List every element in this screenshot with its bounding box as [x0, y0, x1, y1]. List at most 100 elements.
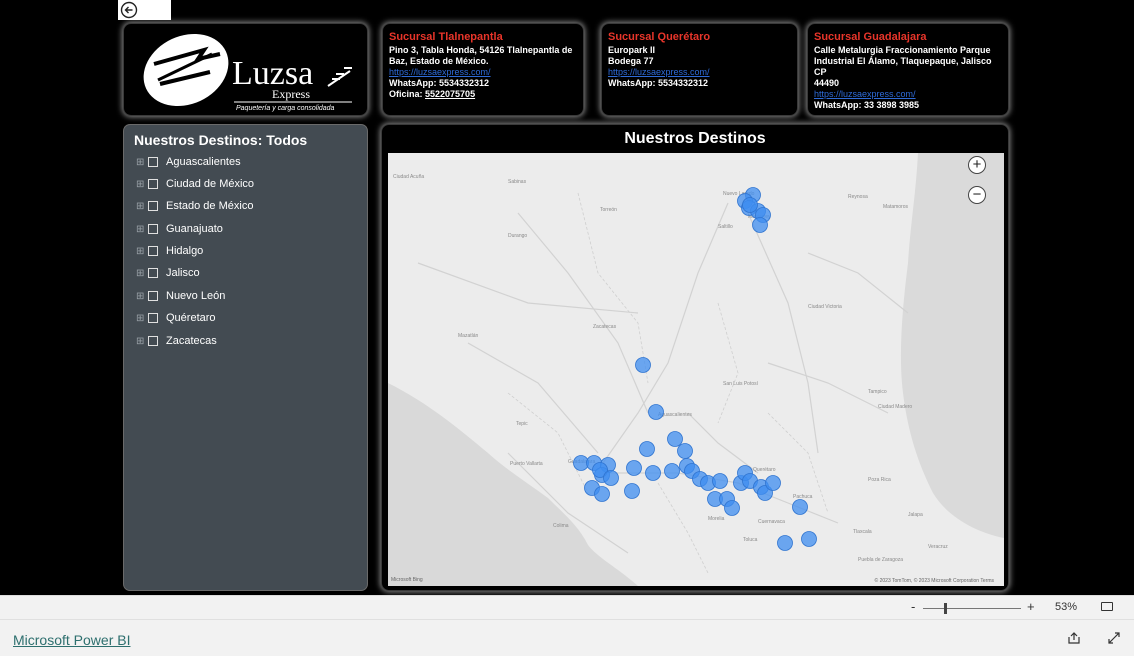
destination-marker[interactable] — [792, 499, 808, 515]
footer: Microsoft Power BI — [0, 619, 1134, 656]
map-zoom-in-button[interactable]: + — [968, 156, 986, 174]
expand-icon[interactable]: ⊞ — [136, 179, 148, 190]
luzsa-logo: Luzsa Express Paquetería y carga consoli… — [143, 34, 352, 112]
power-bi-link[interactable]: Microsoft Power BI — [13, 632, 130, 648]
map-place-label: Durango — [508, 233, 527, 239]
map-attribution[interactable]: © 2023 TomTom, © 2023 Microsoft Corporat… — [875, 578, 994, 584]
filter-item-zacatecas[interactable]: ⊞ Zacatecas — [136, 332, 217, 350]
map-place-label: Ciudad Madero — [878, 404, 912, 410]
destination-marker[interactable] — [777, 535, 793, 551]
svg-text:Express: Express — [272, 87, 310, 101]
expand-icon[interactable]: ⊞ — [136, 246, 148, 257]
share-icon[interactable] — [1067, 631, 1081, 645]
destination-marker[interactable] — [724, 500, 740, 516]
map-zoom-out-button[interactable]: − — [968, 186, 986, 204]
destination-marker[interactable] — [712, 473, 728, 489]
back-button[interactable] — [118, 0, 171, 20]
zoom-in-button[interactable]: + — [1027, 599, 1035, 614]
map-place-label: Morelia — [708, 516, 725, 522]
filter-item-ciudad-de-mexico[interactable]: ⊞ Ciudad de México — [136, 175, 254, 193]
filter-item-label: Hidalgo — [166, 245, 204, 257]
checkbox[interactable] — [148, 157, 158, 167]
destination-marker[interactable] — [635, 357, 651, 373]
branch-title: Sucursal Tlalnepantla — [389, 31, 503, 43]
logo-panel: Luzsa Express Paquetería y carga consoli… — [123, 23, 368, 116]
filter-item-estado-de-mexico[interactable]: ⊞ Estado de México — [136, 197, 253, 215]
map-place-label: Reynosa — [848, 194, 868, 200]
expand-icon[interactable]: ⊞ — [136, 157, 148, 168]
filter-item-label: Guanajuato — [166, 223, 223, 235]
branch-office: Oficina: 5522075705 — [389, 89, 577, 100]
branch-address-line: 44490 — [814, 78, 840, 88]
destination-marker[interactable] — [594, 486, 610, 502]
destination-marker[interactable] — [664, 463, 680, 479]
destination-marker[interactable] — [801, 531, 817, 547]
branch-address-line: Baz, Estado de México. — [389, 56, 489, 66]
map-visual: Nuestros Destinos Ciudad Acuña Sabinas N… — [381, 124, 1009, 591]
destination-marker[interactable] — [624, 483, 640, 499]
checkbox[interactable] — [148, 268, 158, 278]
office-number: 5522075705 — [425, 89, 476, 99]
destinations-filter: Nuestros Destinos: Todos ⊞ Aguascalientes… — [123, 124, 368, 591]
filter-item-guanajuato[interactable]: ⊞ Guanajuato — [136, 220, 223, 238]
branch-whatsapp: WhatsApp: 5534332312 — [389, 78, 490, 88]
filter-item-queretaro[interactable]: ⊞ Quéretaro — [136, 309, 216, 327]
office-label: Oficina: — [389, 89, 426, 99]
map-place-label: Puerto Vallarta — [510, 461, 543, 467]
zoom-slider-thumb[interactable] — [944, 603, 947, 614]
map-canvas[interactable]: Ciudad AcuñaSabinasNuevo LaredoMonterrey… — [388, 153, 1004, 586]
checkbox[interactable] — [148, 246, 158, 256]
checkbox[interactable] — [148, 224, 158, 234]
checkbox[interactable] — [148, 179, 158, 189]
branch-website-link[interactable]: https://luzsaexpress.com/ — [608, 67, 791, 78]
destination-marker[interactable] — [626, 460, 642, 476]
filter-item-nuevo-leon[interactable]: ⊞ Nuevo León — [136, 287, 225, 305]
gulf-of-mexico — [900, 153, 1004, 538]
map-place-label: Pachuca — [793, 494, 813, 500]
map-place-label: Veracruz — [928, 544, 948, 550]
destination-marker[interactable] — [645, 465, 661, 481]
branch-address-line: Calle Metalurgia Fraccionamiento Parque — [814, 45, 991, 55]
map-place-label: Toluca — [743, 537, 758, 543]
fullscreen-icon[interactable] — [1107, 631, 1121, 645]
zoom-out-button[interactable]: - — [911, 599, 915, 614]
expand-icon[interactable]: ⊞ — [136, 336, 148, 347]
map-place-label: Querétaro — [753, 467, 776, 473]
map-place-label: Poza Rica — [868, 477, 891, 483]
expand-icon[interactable]: ⊞ — [136, 313, 148, 324]
branch-website-link[interactable]: https://luzsaexpress.com/ — [814, 89, 1002, 100]
expand-icon[interactable]: ⊞ — [136, 224, 148, 235]
map-place-label: Ciudad Victoria — [808, 304, 842, 310]
filter-item-label: Estado de México — [166, 200, 254, 212]
expand-icon[interactable]: ⊞ — [136, 268, 148, 279]
zoom-slider[interactable] — [923, 608, 1021, 609]
destination-marker[interactable] — [752, 217, 768, 233]
destination-marker[interactable] — [765, 475, 781, 491]
branch-title: Sucursal Guadalajara — [814, 31, 927, 43]
map-place-label: Colima — [553, 523, 569, 529]
filter-item-label: Nuevo León — [166, 290, 226, 302]
filter-item-label: Quéretaro — [166, 312, 216, 324]
destination-marker[interactable] — [648, 404, 664, 420]
expand-icon[interactable]: ⊞ — [136, 291, 148, 302]
branch-whatsapp: WhatsApp: 5534332312 — [608, 78, 709, 88]
checkbox[interactable] — [148, 291, 158, 301]
filter-item-jalisco[interactable]: ⊞ Jalisco — [136, 264, 200, 282]
filter-item-aguascalientes[interactable]: ⊞ Aguascalientes — [136, 153, 241, 171]
destination-marker[interactable] — [639, 441, 655, 457]
fit-to-page-icon[interactable] — [1101, 602, 1113, 611]
expand-icon[interactable]: ⊞ — [136, 201, 148, 212]
destination-marker[interactable] — [742, 197, 758, 213]
checkbox[interactable] — [148, 201, 158, 211]
map-place-label: Ciudad Acuña — [393, 174, 424, 180]
checkbox[interactable] — [148, 313, 158, 323]
branch-website-link[interactable]: https://luzsaexpress.com/ — [389, 67, 577, 78]
filter-item-hidalgo[interactable]: ⊞ Hidalgo — [136, 242, 203, 260]
status-bar: - + 53% — [0, 595, 1134, 620]
destination-marker[interactable] — [677, 443, 693, 459]
checkbox[interactable] — [148, 336, 158, 346]
map-place-label: Saltillo — [718, 224, 733, 230]
destination-marker[interactable] — [667, 431, 683, 447]
filter-item-label: Jalisco — [166, 267, 200, 279]
destination-marker[interactable] — [603, 470, 619, 486]
